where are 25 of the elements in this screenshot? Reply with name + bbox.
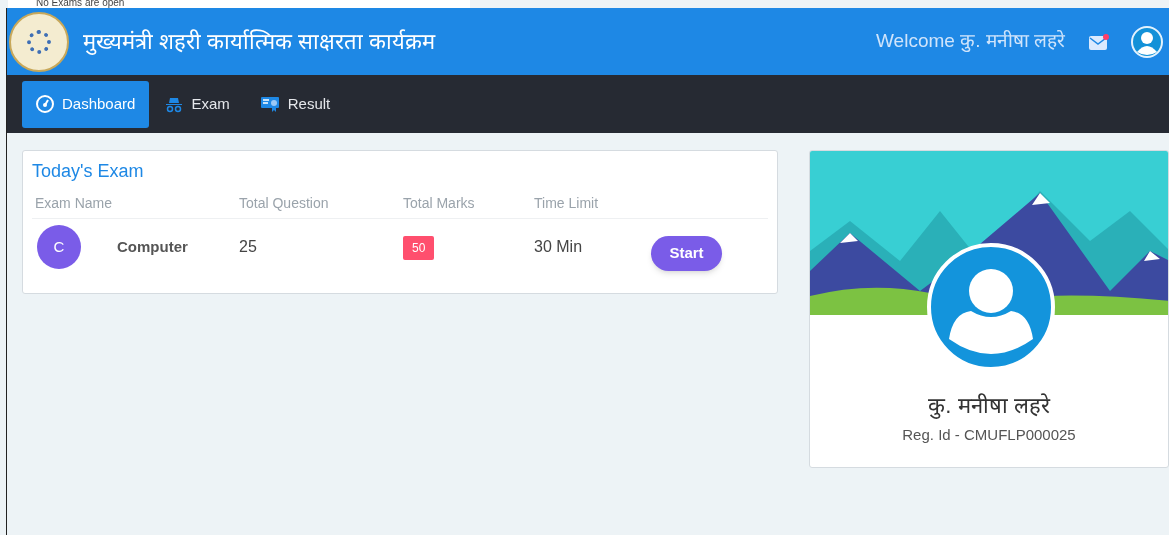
profile-name: कु. मनीषा लहरे [928, 392, 1050, 421]
nav-tab[interactable]: Dashboard [22, 80, 150, 128]
start-button[interactable]: Start [651, 235, 722, 271]
registration-id: Reg. Id - CMUFLP000025 [902, 425, 1076, 445]
mail-icon[interactable] [1089, 33, 1109, 50]
certificate-icon [259, 95, 280, 113]
card-title: Today's Exam [32, 160, 145, 183]
gauge-icon [36, 95, 54, 113]
exam-avatar: C [37, 225, 81, 269]
nav-tab[interactable]: Result [245, 80, 345, 128]
app-title: मुख्यमंत्री शहरी कार्यात्मिक साक्षरता कार्यक्रम [83, 28, 436, 57]
background-window-text: No Exams are open [36, 0, 125, 8]
time-limit: 30 Min [534, 238, 583, 255]
marks-badge: 50 [403, 235, 435, 260]
nav-tab[interactable]: Exam [151, 80, 244, 128]
user-avatar-icon[interactable] [1131, 25, 1163, 58]
welcome-text: Welcome कु. मनीषा लहरे [876, 29, 1065, 54]
column-header: Time Limit [534, 195, 599, 211]
spy-hat-icon [165, 95, 184, 113]
column-header: Total Question [239, 195, 329, 211]
column-header: Total Marks [403, 195, 475, 211]
question-count: 25 [239, 238, 257, 255]
column-header: Exam Name [35, 195, 113, 211]
exam-name: Computer [117, 236, 188, 257]
logo-emblem-icon [9, 11, 69, 72]
